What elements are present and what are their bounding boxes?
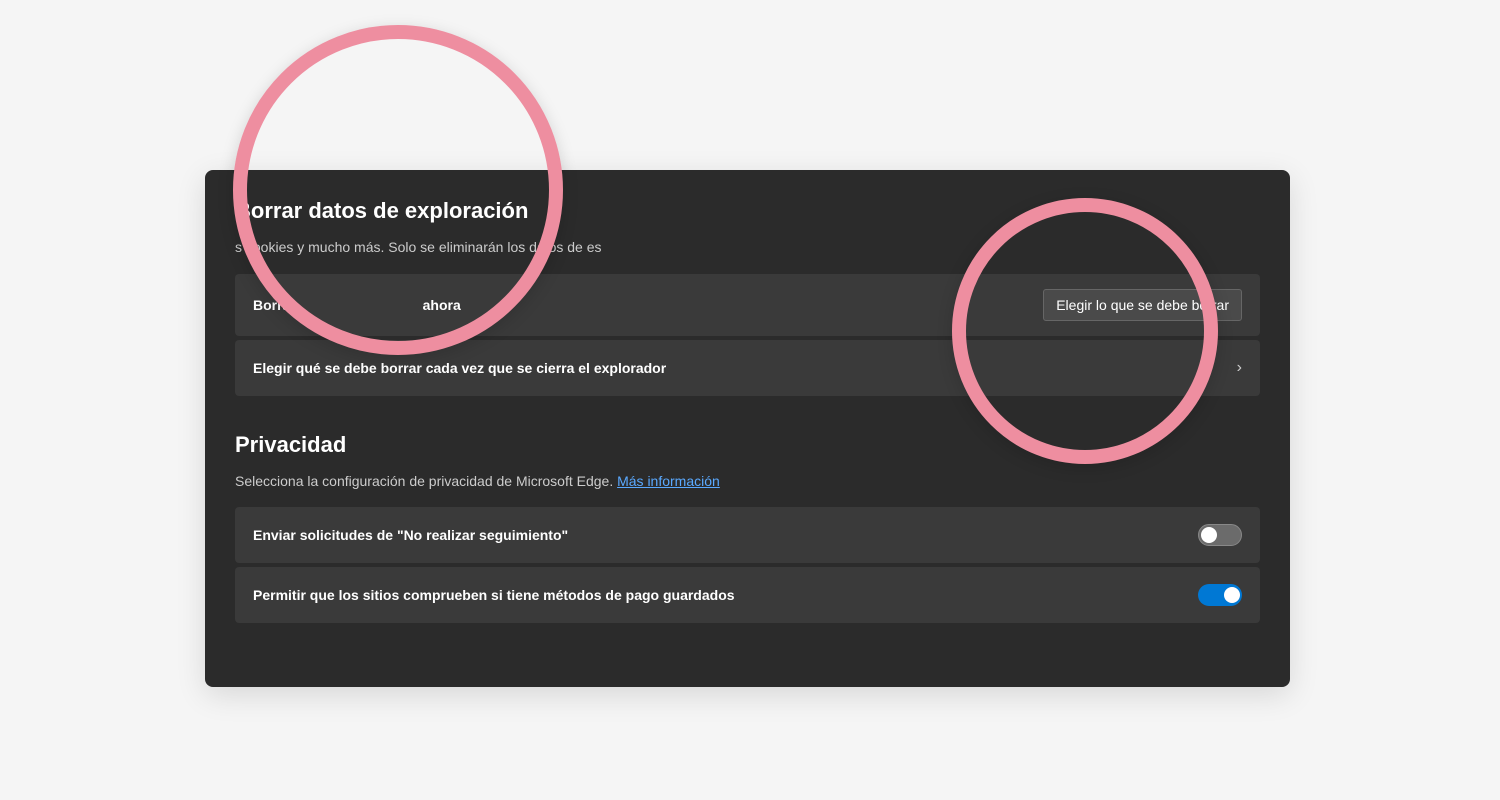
do-not-track-row: Enviar solicitudes de "No realizar segui… — [235, 507, 1260, 563]
settings-panel: Borrar datos de exploración s cookies y … — [205, 170, 1290, 687]
clear-on-close-row[interactable]: Elegir qué se debe borrar cada vez que s… — [235, 340, 1260, 396]
clear-data-title: Borrar datos de exploración — [235, 198, 1260, 224]
toggle-knob — [1201, 527, 1217, 543]
payment-methods-toggle[interactable] — [1198, 584, 1242, 606]
choose-what-to-clear-button[interactable]: Elegir lo que se debe borrar — [1043, 289, 1242, 321]
payment-methods-label: Permitir que los sitios comprueben si ti… — [253, 587, 735, 603]
payment-methods-row: Permitir que los sitios comprueben si ti… — [235, 567, 1260, 623]
clear-data-now-label: Borra ahora — [253, 297, 461, 313]
clear-data-now-row: Borra ahora Elegir lo que se debe borrar — [235, 274, 1260, 336]
chevron-right-icon: › — [1237, 359, 1242, 377]
toggle-knob — [1224, 587, 1240, 603]
do-not-track-label: Enviar solicitudes de "No realizar segui… — [253, 527, 568, 543]
privacy-description: Selecciona la configuración de privacida… — [235, 472, 1260, 492]
clear-on-close-label: Elegir qué se debe borrar cada vez que s… — [253, 360, 666, 376]
do-not-track-toggle[interactable] — [1198, 524, 1242, 546]
clear-data-rows: Borra ahora Elegir lo que se debe borrar… — [235, 274, 1260, 396]
clear-data-description: s cookies y mucho más. Solo se eliminará… — [235, 238, 1260, 258]
privacy-rows: Enviar solicitudes de "No realizar segui… — [235, 507, 1260, 623]
privacy-title: Privacidad — [235, 432, 1260, 458]
more-info-link[interactable]: Más información — [617, 473, 720, 489]
